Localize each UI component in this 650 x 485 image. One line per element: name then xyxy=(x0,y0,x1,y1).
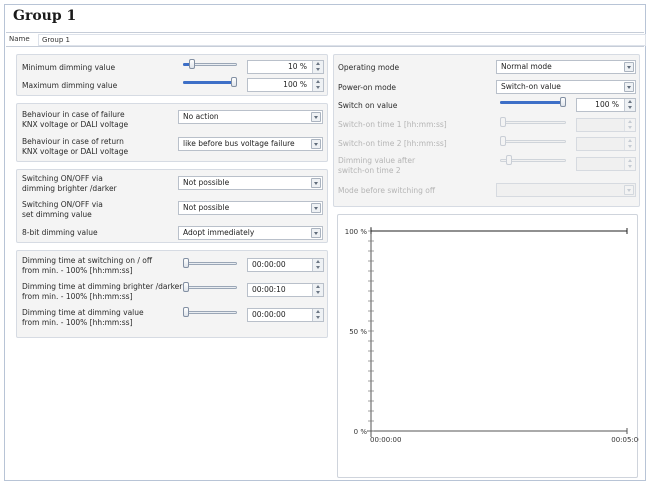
time-value-field[interactable]: 00:00:00 xyxy=(247,308,324,322)
chart-canvas: 100 % 50 % 0 %00:00:00 00:05:00 xyxy=(345,227,643,444)
chevron-down-icon[interactable] xyxy=(311,112,321,122)
x-tick-label: 00:00:00 xyxy=(370,436,401,444)
switch-on-time2-slider[interactable] xyxy=(500,136,566,146)
mode-before-label: Mode before switching off xyxy=(338,186,436,195)
y-tick-label: 0 % xyxy=(354,428,368,436)
chevron-down-icon[interactable] xyxy=(311,139,321,149)
slider-thumb[interactable] xyxy=(183,282,189,292)
name-input[interactable]: Group 1 xyxy=(38,34,646,46)
spinner-icon[interactable] xyxy=(312,259,323,271)
spinner-icon[interactable] xyxy=(624,138,635,150)
page-title: Group 1 xyxy=(13,8,77,24)
time-value-label: Dimming time at dimming value from min. … xyxy=(22,308,144,327)
y-tick-label: 50 % xyxy=(349,328,367,336)
y-tick-label: 100 % xyxy=(345,228,368,236)
spinner-icon[interactable] xyxy=(312,284,323,296)
switch-on-label: Switch on value xyxy=(338,101,398,110)
slider-thumb[interactable] xyxy=(500,136,506,146)
spinner-icon[interactable] xyxy=(624,119,635,131)
slider-thumb[interactable] xyxy=(506,155,512,165)
eight-bit-value: Adopt immediately xyxy=(183,228,255,237)
switch-on-time2-label: Switch-on time 2 [hh:mm:ss] xyxy=(338,139,447,148)
switch-on-field[interactable]: 100 % xyxy=(576,98,636,112)
power-on-label: Power-on mode xyxy=(338,83,397,92)
switch-set-label: Switching ON/OFF via set dimming value xyxy=(22,200,103,219)
max-dimming-field[interactable]: 100 % xyxy=(247,78,324,92)
time-switch-slider[interactable] xyxy=(183,258,237,268)
max-dimming-slider[interactable] xyxy=(183,77,237,87)
min-dimming-label: Minimum dimming value xyxy=(22,63,116,72)
time-switch-value: 00:00:00 xyxy=(252,260,286,269)
name-bar: Name Group 1 xyxy=(6,32,646,47)
chevron-down-icon[interactable] xyxy=(311,203,321,213)
behaviour-return-label: Behaviour in case of return KNX voltage … xyxy=(22,137,129,156)
time-brighter-label: Dimming time at dimming brighter /darker… xyxy=(22,282,183,301)
dimming-after-slider[interactable] xyxy=(500,155,566,165)
switch-on-time2-field[interactable] xyxy=(576,137,636,151)
max-dimming-label: Maximum dimming value xyxy=(22,81,118,90)
spinner-icon[interactable] xyxy=(312,79,323,91)
power-on-dropdown[interactable]: Switch-on value xyxy=(496,80,636,94)
x-tick-label: 00:05:00 xyxy=(611,436,639,444)
switch-on-value: 100 % xyxy=(595,100,619,109)
time-value-slider[interactable] xyxy=(183,307,237,317)
switch-on-slider[interactable] xyxy=(500,97,566,107)
slider-thumb[interactable] xyxy=(560,97,566,107)
chevron-down-icon[interactable] xyxy=(311,228,321,238)
time-brighter-field[interactable]: 00:00:10 xyxy=(247,283,324,297)
chevron-down-icon[interactable] xyxy=(624,185,634,195)
switch-brighter-label: Switching ON/OFF via dimming brighter /d… xyxy=(22,174,117,193)
min-dimming-field[interactable]: 10 % xyxy=(247,60,324,74)
dimming-curve-chart: 100 % 50 % 0 %00:00:00 00:05:00 xyxy=(337,214,643,478)
max-dimming-value: 100 % xyxy=(283,80,307,89)
min-dimming-value: 10 % xyxy=(287,62,307,71)
chevron-down-icon[interactable] xyxy=(311,178,321,188)
time-value-value: 00:00:00 xyxy=(252,310,286,319)
dimming-after-label: Dimming value after switch-on time 2 xyxy=(338,156,416,175)
slider-fill xyxy=(500,101,563,104)
spinner-icon[interactable] xyxy=(624,99,635,111)
slider-thumb[interactable] xyxy=(183,258,189,268)
behaviour-failure-dropdown[interactable]: No action xyxy=(178,110,323,124)
slider-thumb[interactable] xyxy=(231,77,237,87)
chevron-down-icon[interactable] xyxy=(624,82,634,92)
slider-thumb[interactable] xyxy=(500,117,506,127)
mode-before-dropdown[interactable] xyxy=(496,183,636,197)
time-brighter-slider[interactable] xyxy=(183,282,237,292)
switch-brighter-dropdown[interactable]: Not possible xyxy=(178,176,323,190)
time-switch-label: Dimming time at switching on / off from … xyxy=(22,256,153,275)
switch-brighter-value: Not possible xyxy=(183,178,230,187)
spinner-icon[interactable] xyxy=(624,158,635,170)
switch-set-value: Not possible xyxy=(183,203,230,212)
dimming-after-field[interactable] xyxy=(576,157,636,171)
switch-on-time1-field[interactable] xyxy=(576,118,636,132)
spinner-icon[interactable] xyxy=(312,309,323,321)
switch-on-time1-slider[interactable] xyxy=(500,117,566,127)
operating-mode-dropdown[interactable]: Normal mode xyxy=(496,60,636,74)
spinner-icon[interactable] xyxy=(312,61,323,73)
power-on-value: Switch-on value xyxy=(501,82,561,91)
operating-mode-value: Normal mode xyxy=(501,62,552,71)
min-dimming-slider[interactable] xyxy=(183,59,237,69)
behaviour-failure-label: Behaviour in case of failure KNX voltage… xyxy=(22,110,129,129)
name-label: Name xyxy=(9,35,30,43)
time-brighter-value: 00:00:10 xyxy=(252,285,286,294)
eight-bit-dropdown[interactable]: Adopt immediately xyxy=(178,226,323,240)
operating-mode-label: Operating mode xyxy=(338,63,400,72)
switch-set-dropdown[interactable]: Not possible xyxy=(178,201,323,215)
chevron-down-icon[interactable] xyxy=(624,62,634,72)
slider-thumb[interactable] xyxy=(189,59,195,69)
behaviour-return-value: like before bus voltage failure xyxy=(183,139,295,148)
switch-on-time1-label: Switch-on time 1 [hh:mm:ss] xyxy=(338,120,447,129)
behaviour-return-dropdown[interactable]: like before bus voltage failure xyxy=(178,137,323,151)
eight-bit-label: 8-bit dimming value xyxy=(22,228,98,237)
slider-thumb[interactable] xyxy=(183,307,189,317)
time-switch-field[interactable]: 00:00:00 xyxy=(247,258,324,272)
behaviour-failure-value: No action xyxy=(183,112,219,121)
slider-fill xyxy=(183,81,234,84)
